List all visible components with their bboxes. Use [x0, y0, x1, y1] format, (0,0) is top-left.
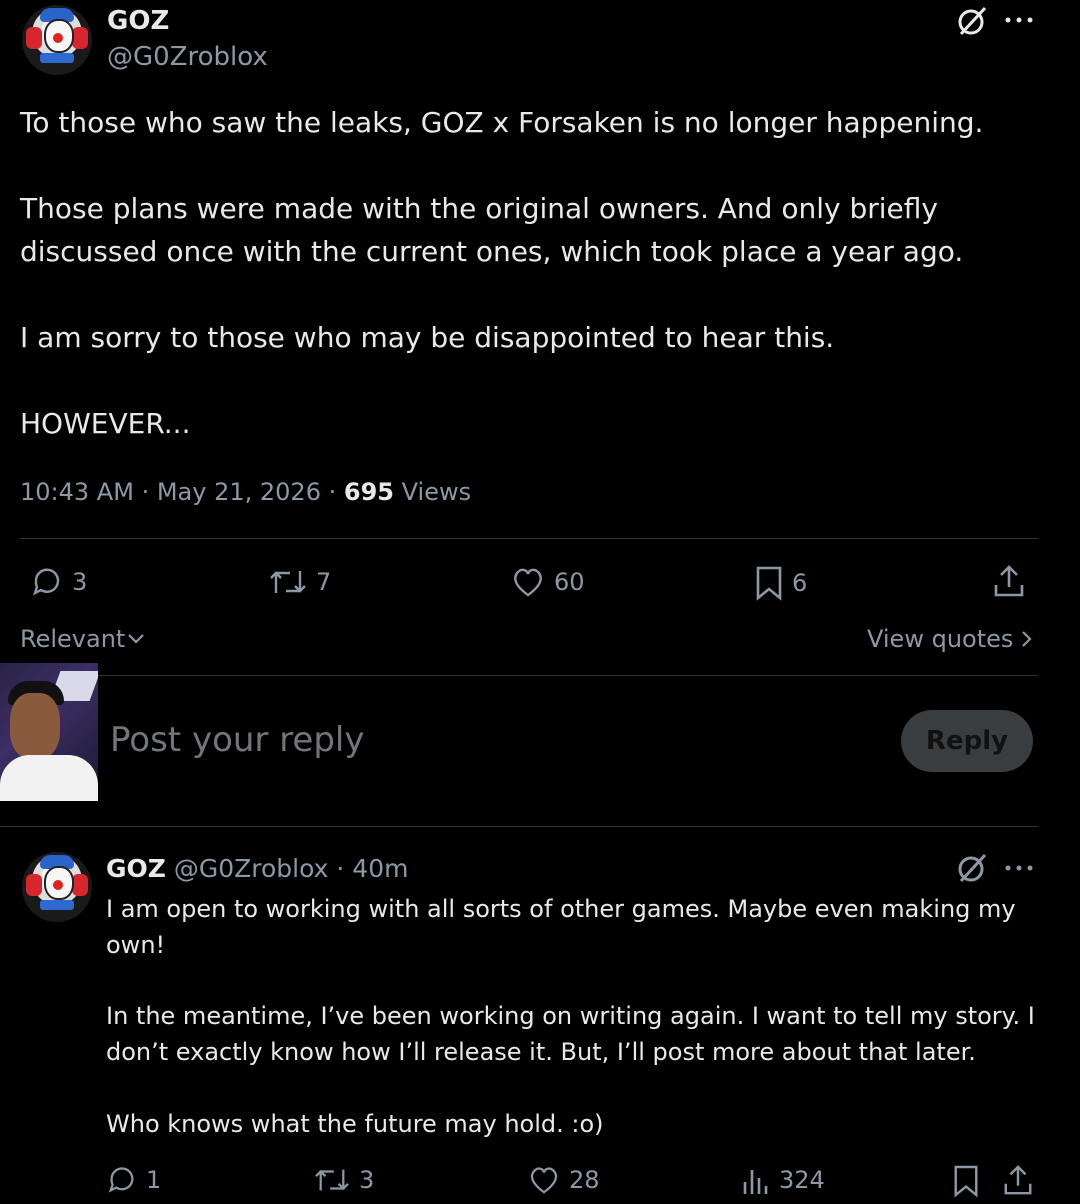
reply-author-avatar[interactable]	[22, 852, 92, 922]
post-paragraph: HOWEVER...	[20, 407, 191, 440]
reply-icon	[106, 1164, 138, 1196]
bookmark-icon[interactable]	[952, 1164, 980, 1198]
author-avatar[interactable]	[22, 5, 92, 75]
repost-action[interactable]: 7	[268, 565, 331, 599]
views-count: 324	[779, 1166, 825, 1194]
like-action[interactable]: 60	[510, 565, 585, 599]
more-icon[interactable]	[1004, 16, 1034, 24]
bookmark-icon	[754, 565, 784, 601]
post-paragraph: To those who saw the leaks, GOZ x Forsak…	[20, 106, 984, 139]
reply-count: 3	[72, 568, 88, 596]
chevron-down-icon	[127, 632, 145, 646]
author-name[interactable]: GOZ	[107, 6, 169, 36]
reply-action[interactable]: 1	[106, 1164, 161, 1196]
view-quotes-link[interactable]: View quotes	[867, 625, 1033, 653]
reply-action[interactable]: 3	[30, 565, 87, 599]
reply-age[interactable]: · 40m	[336, 854, 408, 883]
bookmark-count: 6	[792, 569, 808, 597]
reply-paragraph: Who knows what the future may hold. :o)	[106, 1110, 604, 1138]
post-meta: 10:43 AM · May 21, 2026 · 695 Views	[20, 478, 472, 506]
repost-count: 3	[359, 1166, 375, 1194]
reply-author-handle[interactable]: @G0Zroblox	[174, 854, 329, 883]
divider	[0, 826, 1038, 827]
grok-icon[interactable]	[955, 851, 989, 885]
reply-icon	[30, 565, 64, 599]
grok-icon[interactable]	[955, 4, 989, 38]
post-date[interactable]: May 21, 2026	[157, 478, 321, 506]
views-label: Views	[401, 478, 472, 506]
post-time[interactable]: 10:43 AM	[20, 478, 134, 506]
divider	[20, 538, 1038, 539]
author-handle[interactable]: @G0Zroblox	[107, 42, 268, 72]
user-avatar[interactable]	[0, 663, 98, 801]
share-icon[interactable]	[1002, 1162, 1034, 1198]
views-icon	[741, 1164, 771, 1196]
reply-button[interactable]: Reply	[901, 710, 1033, 772]
post-paragraph: I am sorry to those who may be disappoin…	[20, 321, 835, 354]
bookmark-action[interactable]: 6	[754, 565, 807, 601]
divider	[98, 675, 1038, 676]
reply-count: 1	[146, 1166, 162, 1194]
chevron-right-icon	[1021, 630, 1033, 648]
like-count: 60	[554, 568, 585, 596]
heart-icon	[527, 1164, 561, 1196]
sort-label: Relevant	[20, 625, 126, 653]
reply-header: GOZ @G0Zroblox · 40m	[106, 854, 408, 883]
share-icon[interactable]	[992, 563, 1026, 599]
reply-paragraph: I am open to working with all sorts of o…	[106, 895, 1024, 959]
post-paragraph: Those plans were made with the original …	[20, 192, 964, 268]
repost-icon	[268, 565, 308, 599]
sort-dropdown[interactable]: Relevant	[20, 625, 145, 653]
reply-paragraph: In the meantime, I’ve been working on wr…	[106, 1002, 1043, 1066]
view-quotes-label: View quotes	[867, 625, 1014, 653]
heart-icon	[510, 565, 546, 599]
repost-icon	[313, 1164, 351, 1196]
more-icon[interactable]	[1004, 864, 1034, 872]
views-action[interactable]: 324	[741, 1164, 825, 1196]
like-count: 28	[569, 1166, 600, 1194]
reply-composer-input[interactable]: Post your reply	[110, 720, 365, 760]
reply-author-name[interactable]: GOZ	[106, 854, 166, 883]
repost-count: 7	[316, 568, 332, 596]
like-action[interactable]: 28	[527, 1164, 600, 1196]
views-count: 695	[343, 478, 394, 506]
repost-action[interactable]: 3	[313, 1164, 374, 1196]
